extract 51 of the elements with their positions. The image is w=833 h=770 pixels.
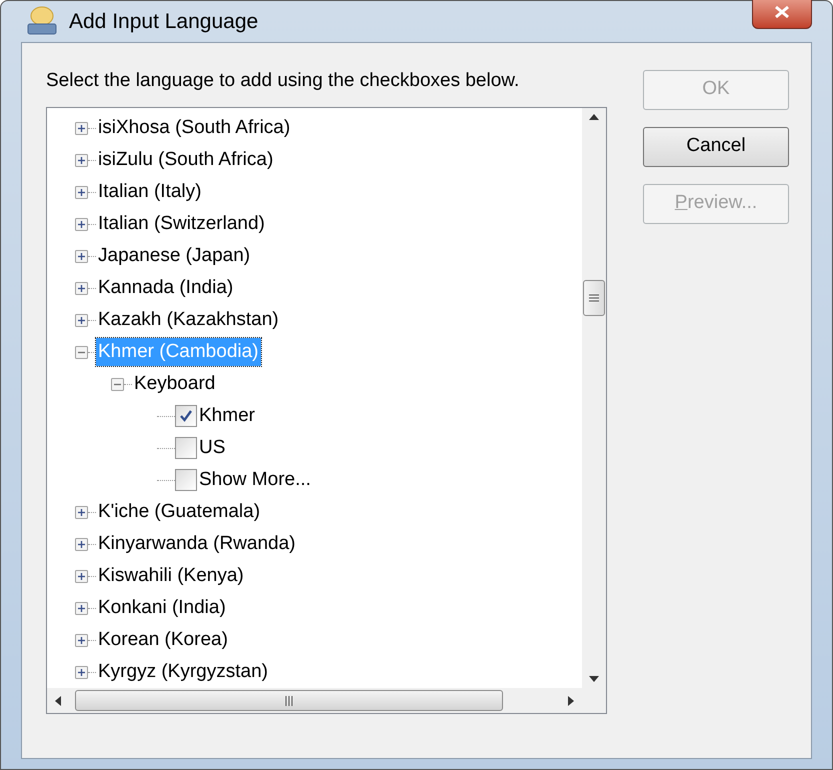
- close-button[interactable]: [752, 0, 812, 30]
- expand-icon[interactable]: [75, 666, 88, 678]
- tree-item[interactable]: Japanese (Japan): [96, 242, 252, 270]
- vertical-scrollbar[interactable]: [582, 108, 606, 688]
- checkbox[interactable]: [175, 437, 197, 459]
- expand-icon[interactable]: [75, 634, 88, 646]
- window-title: Add Input Language: [69, 8, 260, 34]
- tree-item[interactable]: Kannada (India): [96, 274, 236, 302]
- expand-icon[interactable]: [75, 602, 88, 614]
- tree-item[interactable]: Kinyarwanda (Rwanda): [96, 530, 298, 558]
- checkbox[interactable]: [175, 469, 197, 491]
- expand-icon[interactable]: [75, 570, 88, 582]
- horizontal-scrollbar[interactable]: [47, 688, 582, 713]
- expand-icon[interactable]: [75, 538, 88, 550]
- checkbox[interactable]: [175, 405, 197, 427]
- tree-item[interactable]: Kyrgyz (Kyrgyzstan): [96, 658, 270, 686]
- tree-item[interactable]: Khmer: [199, 402, 255, 430]
- tree-item[interactable]: Kazakh (Kazakhstan): [96, 306, 281, 334]
- expand-icon[interactable]: [75, 218, 88, 230]
- grip-icon: [589, 293, 599, 303]
- scroll-up-icon[interactable]: [589, 114, 599, 120]
- tree-item[interactable]: Show More...: [199, 466, 311, 494]
- tree-item[interactable]: Korean (Korea): [96, 626, 230, 654]
- check-icon: [178, 408, 194, 424]
- scroll-left-icon[interactable]: [55, 696, 61, 706]
- expand-icon[interactable]: [75, 506, 88, 518]
- collapse-icon[interactable]: [111, 378, 124, 390]
- scroll-thumb[interactable]: [75, 690, 503, 711]
- tree-item[interactable]: Italian (Italy): [96, 178, 204, 206]
- expand-icon[interactable]: [75, 250, 88, 262]
- dialog-button[interactable]: Cancel: [643, 126, 789, 166]
- tree-item[interactable]: US: [199, 434, 226, 462]
- tree-item[interactable]: Kiswahili (Kenya): [96, 562, 246, 590]
- tree-item[interactable]: K'iche (Guatemala): [96, 498, 262, 526]
- scroll-down-icon[interactable]: [589, 676, 599, 682]
- scroll-thumb[interactable]: [583, 280, 605, 316]
- expand-icon[interactable]: [75, 282, 88, 294]
- close-icon: [773, 5, 791, 20]
- expand-icon[interactable]: [75, 186, 88, 198]
- expand-icon[interactable]: [75, 154, 88, 166]
- expand-icon[interactable]: [75, 314, 88, 326]
- expand-icon[interactable]: [75, 122, 88, 134]
- grip-icon: [284, 696, 294, 706]
- tree-item[interactable]: Konkani (India): [96, 594, 228, 622]
- tree-item[interactable]: Keyboard: [132, 370, 218, 398]
- instruction-text: Select the language to add using the checkboxes below.: [46, 68, 520, 92]
- tree-item[interactable]: isiXhosa (South Africa): [96, 114, 292, 142]
- tree-item[interactable]: isiZulu (South Africa): [96, 146, 276, 174]
- collapse-icon[interactable]: [75, 346, 88, 358]
- tree-item[interactable]: Italian (Switzerland): [96, 210, 267, 238]
- scroll-right-icon[interactable]: [568, 696, 574, 706]
